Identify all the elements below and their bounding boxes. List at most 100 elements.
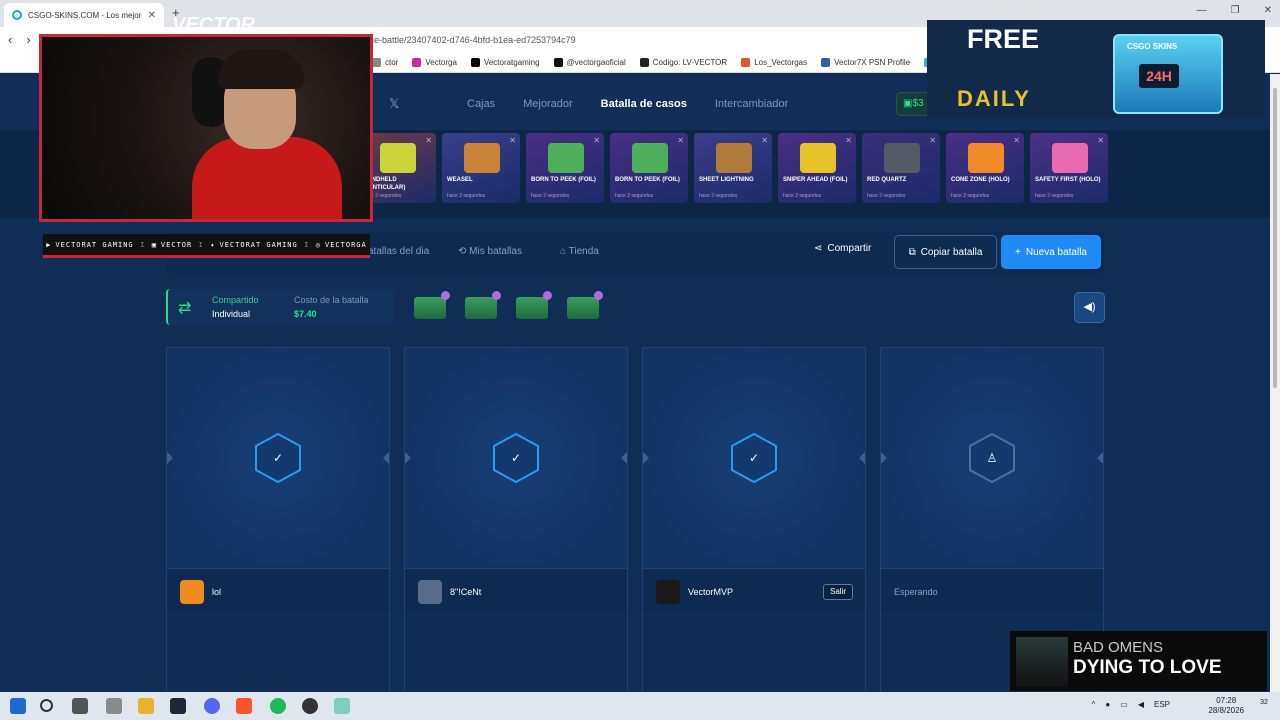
close-icon[interactable]: ✕ — [761, 136, 768, 145]
skin-image — [716, 143, 752, 173]
nav-link[interactable]: Mejorador — [523, 98, 573, 110]
share-button[interactable]: ⋖ Compartir — [814, 243, 871, 254]
mode-value: Individual — [212, 309, 251, 319]
close-icon[interactable]: ✕ — [425, 136, 432, 145]
new-battle-button[interactable]: + Nueva batalla — [1001, 235, 1101, 269]
drop-card[interactable]: SNIPER AHEAD (FOIL) hace 2 segundos ✕ — [778, 133, 856, 203]
forward-icon[interactable]: › — [26, 32, 30, 47]
close-icon[interactable]: ✕ — [845, 136, 852, 145]
copy-battle-button[interactable]: ⧉ Copiar batalla — [894, 235, 997, 269]
player-info: 8"!CeNt — [405, 568, 627, 614]
tab-my-battles[interactable]: ⟲ Mis batallas — [458, 246, 522, 257]
steam-icon[interactable] — [170, 698, 186, 714]
notifications-badge[interactable]: 32 — [1256, 699, 1272, 713]
drop-name: BORN TO PEEK (FOIL) — [531, 177, 596, 183]
promo-banner: DAILY FREE CSGO SKINS 24H — [927, 20, 1265, 118]
bookmark-item[interactable]: Vectorga — [412, 58, 457, 67]
drop-name: CONE ZONE (HOLO) — [951, 177, 1010, 183]
page-scrollbar[interactable] — [1270, 74, 1280, 692]
task-view-icon[interactable] — [72, 698, 88, 714]
clock-date: 28/8/2026 — [1208, 706, 1244, 715]
arrow-left-icon — [405, 452, 411, 464]
player-info: lol — [167, 568, 389, 614]
bookmark-label: @vectorgaoficial — [566, 58, 626, 67]
close-icon[interactable]: ✕ — [593, 136, 600, 145]
drop-card[interactable]: RED QUARTZ hace 2 segundos ✕ — [862, 133, 940, 203]
np-song: DYING TO LOVE — [1073, 657, 1222, 678]
promo-daily: DAILY — [957, 86, 1031, 111]
copy-label: Copiar batalla — [920, 246, 983, 258]
close-icon[interactable]: ✕ — [929, 136, 936, 145]
user-icon: ♙ — [969, 432, 1015, 484]
check-icon: ✓ — [493, 432, 539, 484]
search-icon[interactable] — [40, 699, 53, 712]
scrollbar-thumb[interactable] — [1273, 88, 1277, 388]
drop-card[interactable]: CONE ZONE (HOLO) hace 2 segundos ✕ — [946, 133, 1024, 203]
nav-link[interactable]: Intercambiador — [715, 98, 788, 110]
close-tab-icon[interactable]: ✕ — [148, 10, 156, 21]
folder-icon[interactable] — [138, 698, 154, 714]
close-icon[interactable]: ✕ — [509, 136, 516, 145]
mic-icon[interactable]: ● — [1105, 700, 1110, 709]
drop-card[interactable]: SHEET LIGHTNING hace 2 segundos ✕ — [694, 133, 772, 203]
clock[interactable]: 07:28 28/8/2026 — [1208, 696, 1244, 716]
close-icon[interactable]: ✕ — [1013, 136, 1020, 145]
close-window-icon[interactable]: ✕ — [1264, 5, 1272, 16]
drop-card[interactable]: WEASEL hace 2 segundos ✕ — [442, 133, 520, 203]
bookmark-item[interactable]: Codigo: LV-VECTOR — [639, 58, 727, 67]
arrow-right-icon — [383, 452, 389, 464]
volume-icon[interactable]: ◀ — [1138, 700, 1144, 709]
bookmark-item[interactable]: Los_Vectorgas — [741, 58, 807, 67]
language-indicator[interactable]: ESP — [1154, 700, 1170, 709]
network-icon[interactable]: ▭ — [1120, 700, 1128, 709]
drop-card[interactable]: BORN TO PEEK (FOIL) hace 2 segundos ✕ — [610, 133, 688, 203]
battle-case[interactable] — [567, 291, 603, 319]
tab-shop[interactable]: ⌂ Tienda — [560, 246, 599, 257]
bookmark-item[interactable]: ctor — [372, 58, 398, 67]
battle-case[interactable] — [414, 291, 450, 319]
tray-chevron-icon[interactable]: ^ — [1092, 700, 1096, 709]
obs-icon[interactable] — [302, 698, 318, 714]
bookmark-item[interactable]: @vectorgaoficial — [553, 58, 626, 67]
promo-free: FREE — [967, 24, 1040, 54]
battle-mode-info: ⇄ Compartido Individual Costo de la bata… — [166, 289, 394, 325]
bookmark-label: Vector7X PSN Profile — [834, 58, 911, 67]
minimize-icon[interactable]: — — [1197, 5, 1207, 16]
nav-link[interactable]: Batalla de casos — [601, 98, 687, 110]
bookmark-item[interactable]: Vectoratgaming — [470, 58, 540, 67]
album-art — [1016, 637, 1068, 687]
svg-text:✓: ✓ — [749, 451, 759, 465]
np-artist: BAD OMENS — [1073, 639, 1164, 656]
tab-day-battles[interactable]: atallas del dia — [368, 246, 429, 257]
slot-arena: ✓ — [405, 348, 627, 568]
drop-card[interactable]: BORN TO PEEK (FOIL) hace 2 segundos ✕ — [526, 133, 604, 203]
restore-icon[interactable]: ❐ — [1231, 5, 1240, 16]
battle-case[interactable] — [516, 291, 552, 319]
drop-name: SNIPER AHEAD (FOIL) — [783, 177, 848, 183]
app-icon[interactable] — [334, 698, 350, 714]
sound-toggle-button[interactable]: ◀) — [1074, 292, 1105, 323]
skin-image — [884, 143, 920, 173]
drop-name: RED QUARTZ — [867, 177, 907, 183]
spotify-icon[interactable] — [270, 698, 286, 714]
browser-tab[interactable]: CSGO-SKINS.COM - Los mejores ✕ — [4, 3, 164, 27]
nav-link[interactable]: Cajas — [467, 98, 495, 110]
drop-card[interactable]: SAFETY FIRST (HOLO) hace 2 segundos ✕ — [1030, 133, 1108, 203]
battle-case[interactable] — [465, 291, 501, 319]
close-icon[interactable]: ✕ — [677, 136, 684, 145]
bookmark-item[interactable]: Vector7X PSN Profile — [821, 58, 910, 67]
leave-button[interactable]: Salir — [823, 584, 853, 600]
start-icon[interactable] — [10, 698, 26, 714]
clock-time: 07:28 — [1216, 696, 1237, 705]
discord-icon[interactable] — [204, 698, 220, 714]
app-icon[interactable] — [106, 698, 122, 714]
skin-image — [800, 143, 836, 173]
twitter-icon[interactable]: 𝕏 — [389, 96, 399, 112]
brave-icon[interactable] — [236, 698, 252, 714]
arrow-left-icon — [881, 452, 887, 464]
close-icon[interactable]: ✕ — [1097, 136, 1104, 145]
bookmark-icon — [821, 58, 831, 67]
back-icon[interactable]: ‹ — [8, 32, 12, 47]
address-bar[interactable]: case-battle/23407402-d746-4bfd-b1ea-ed72… — [360, 31, 920, 49]
svg-text:✓: ✓ — [511, 451, 521, 465]
